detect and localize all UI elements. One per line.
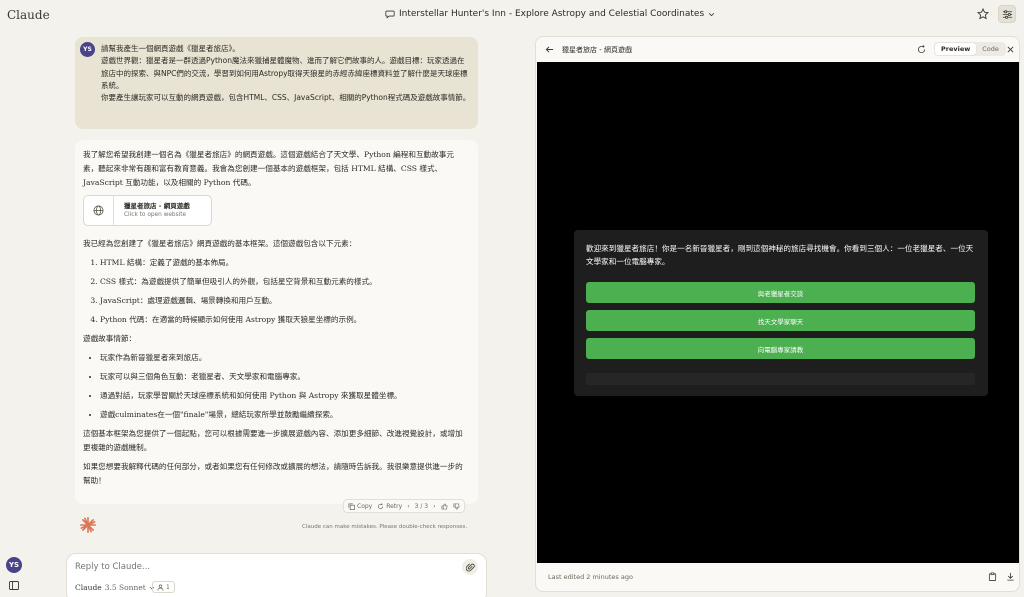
framework-intro: 我已經為您創建了《獵星者旅店》網頁遊戲的基本框架。這個遊戲包含以下元素： <box>83 239 357 248</box>
close-icon[interactable] <box>1006 45 1015 54</box>
sliders-icon <box>1002 9 1012 19</box>
thumbs-up-icon[interactable] <box>441 503 448 510</box>
next-version-icon[interactable]: › <box>433 503 435 510</box>
artifact-footer: Last edited 2 minutes ago <box>536 563 1019 591</box>
preview-code-toggle: Preview Code <box>934 42 1006 56</box>
copy-label: Copy <box>357 502 373 510</box>
chat-title-text: Interstellar Hunter's Inn - Explore Astr… <box>399 9 705 19</box>
talk-old-hunter-button[interactable]: 與老獵星者交談 <box>586 282 975 303</box>
top-bar: Claude Interstellar Hunter's Inn - Explo… <box>0 0 1024 30</box>
user-message-avatar: YS <box>80 42 95 57</box>
talk-astronomer-button[interactable]: 找天文學家聊天 <box>586 310 975 331</box>
reply-input[interactable] <box>75 562 455 572</box>
closing-paragraph: 如果您想要我解釋代碼的任何部分，或者如果您有任何修改或擴展的想法，請隨時告訴我。… <box>83 462 463 485</box>
list-item: 玩家可以與三個角色互動：老獵星者、天文學家和電腦專家。 <box>100 370 463 384</box>
artifact-title: 獵星者旅店 - 網頁遊戲 <box>562 46 632 54</box>
artifact-card-title: 獵星者旅店 - 網頁遊戲 <box>124 202 190 210</box>
style-chip[interactable]: 1 <box>152 581 175 593</box>
chat-title[interactable]: Interstellar Hunter's Inn - Explore Astr… <box>385 9 715 19</box>
steps-list: HTML 結構：定義了遊戲的基本佈局。 CSS 樣式：為遊戲提供了簡單但吸引人的… <box>83 256 463 327</box>
refresh-icon[interactable] <box>917 45 926 54</box>
star-icon <box>977 8 989 20</box>
user-message-line: 遊戲世界觀：獵星者是一群透過Python魔法來獵捕星體魔物、進而了解它們故事的人… <box>101 56 468 90</box>
user-avatar[interactable]: YS <box>6 557 22 573</box>
list-item: 玩家作為新晉獵星者來到旅店。 <box>100 351 463 365</box>
tab-code[interactable]: Code <box>976 43 1005 55</box>
game-output-area <box>586 373 975 385</box>
disclaimer-text: Claude can make mistakes. Please double-… <box>302 524 468 530</box>
story-list: 玩家作為新晉獵星者來到旅店。 玩家可以與三個角色互動：老獵星者、天文學家和電腦專… <box>83 351 463 422</box>
settings-panel-button[interactable] <box>998 5 1016 23</box>
thumbs-down-icon[interactable] <box>453 503 460 510</box>
version-pager: 3 / 3 <box>414 502 429 510</box>
game-intro-text: 歡迎來到獵星者旅店！你是一名新晉獵星者，剛到這個神秘的旅店尋找機會。你看到三個人… <box>586 244 974 266</box>
closing-paragraph: 這個基本框架為您提供了一個起點，您可以根據需要進一步擴展遊戲內容、添加更多細節、… <box>83 429 463 452</box>
copy-icon <box>348 503 355 510</box>
assistant-message: 我了解您希望我創建一個名為《獵星者旅店》的網頁遊戲。這個遊戲結合了天文學、Pyt… <box>75 140 478 504</box>
user-message-line: 你要產生讓玩家可以互動的網頁遊戲，包含HTML、CSS、JavaScript、相… <box>101 93 471 103</box>
list-item: CSS 樣式：為遊戲提供了簡單但吸引人的外觀，包括星空背景和互動元素的樣式。 <box>100 275 463 289</box>
model-selector[interactable]: Claude 3.5 Sonnet <box>75 583 155 592</box>
assistant-intro: 我了解您希望我創建一個名為《獵星者旅店》的網頁遊戲。這個遊戲結合了天文學、Pyt… <box>83 150 454 187</box>
back-arrow-icon[interactable] <box>545 45 554 54</box>
claude-logo-icon <box>79 516 97 534</box>
list-item: 通過對話，玩家學習關於天球座標系統和如何使用 Python 與 Astropy … <box>100 389 463 403</box>
sidebar-toggle-icon[interactable] <box>9 581 19 590</box>
artifact-header: 獵星者旅店 - 網頁遊戲 Preview Code <box>536 37 1019 62</box>
paperclip-icon <box>465 563 475 571</box>
model-name: Claude <box>75 583 102 592</box>
globe-icon <box>84 196 114 225</box>
composer: Claude 3.5 Sonnet 1 <box>66 553 487 597</box>
list-item: Python 代碼：在適當的時候顯示如何使用 Astropy 獲取天狼星坐標的示… <box>100 313 463 327</box>
story-heading: 遊戲故事情節： <box>83 334 137 343</box>
game-container: 歡迎來到獵星者旅店！你是一名新晉獵星者，剛到這個神秘的旅店尋找機會。你看到三個人… <box>574 230 988 396</box>
list-item: HTML 結構：定義了遊戲的基本佈局。 <box>100 256 463 270</box>
retry-label: Retry <box>386 502 403 510</box>
artifact-panel: 獵星者旅店 - 網頁遊戲 Preview Code 歡迎來到獵星者旅店！你是一名… <box>535 36 1020 592</box>
user-message-text: 請幫我產生一個網頁遊戲《獵星者旅店》。 遊戲世界觀：獵星者是一群透過Python… <box>101 43 471 104</box>
style-count: 1 <box>166 583 170 591</box>
model-version: 3.5 Sonnet <box>104 583 146 592</box>
ask-computer-expert-button[interactable]: 向電腦專家請教 <box>586 338 975 359</box>
download-icon[interactable] <box>1006 572 1015 581</box>
list-item: JavaScript：處理遊戲邏輯、場景轉換和用戶互動。 <box>100 294 463 308</box>
artifact-preview: 歡迎來到獵星者旅店！你是一名新晉獵星者，剛到這個神秘的旅店尋找機會。你看到三個人… <box>537 62 1019 563</box>
retry-button[interactable]: Retry <box>377 503 402 510</box>
user-message-line: 請幫我產生一個網頁遊戲《獵星者旅店》。 <box>101 44 240 53</box>
list-item: 遊戲culminates在一個"finale"場景，總結玩家所學並鼓勵繼續探索。 <box>100 408 463 422</box>
clipboard-icon[interactable] <box>988 572 997 581</box>
chat-bubble-icon <box>385 10 395 19</box>
last-edited-text: Last edited 2 minutes ago <box>548 573 633 581</box>
attach-button[interactable] <box>462 559 478 575</box>
chevron-down-icon <box>709 12 715 16</box>
artifact-card[interactable]: 獵星者旅店 - 網頁遊戲 Click to open website <box>83 195 212 226</box>
message-actions: Copy Retry ‹ 3 / 3 › <box>343 499 465 513</box>
artifact-card-subtitle: Click to open website <box>124 212 187 218</box>
user-icon <box>157 584 164 591</box>
assistant-message-body: 我了解您希望我創建一個名為《獵星者旅店》的網頁遊戲。這個遊戲結合了天文學、Pyt… <box>83 148 463 493</box>
brand-logo[interactable]: Claude <box>7 8 50 22</box>
copy-button[interactable]: Copy <box>348 503 372 510</box>
prev-version-icon[interactable]: ‹ <box>407 503 409 510</box>
star-button[interactable] <box>974 5 992 23</box>
tab-preview[interactable]: Preview <box>935 43 977 55</box>
user-message: YS 請幫我產生一個網頁遊戲《獵星者旅店》。 遊戲世界觀：獵星者是一群透過Pyt… <box>75 37 478 129</box>
retry-icon <box>378 502 384 509</box>
